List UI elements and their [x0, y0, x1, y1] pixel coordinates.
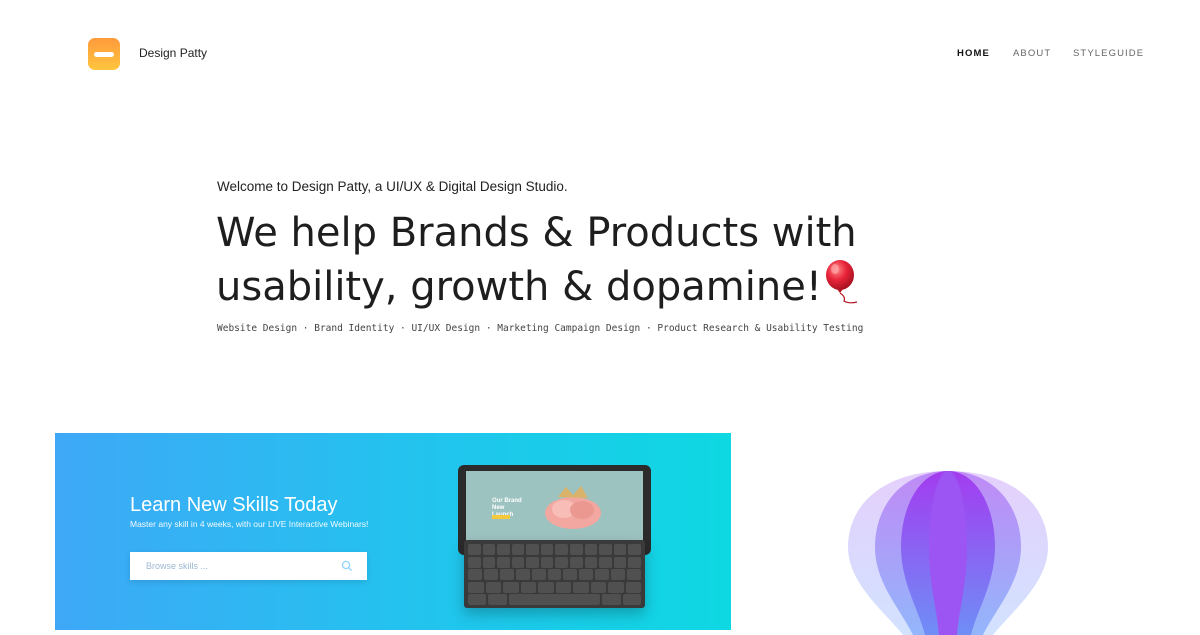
logo[interactable]	[88, 38, 120, 70]
headline-line-2: usability, growth & dopamine!	[216, 264, 822, 310]
keyboard	[464, 540, 645, 608]
tablet-screen-button	[492, 515, 510, 519]
hot-air-balloon-icon	[848, 471, 1048, 635]
balloon-icon	[825, 260, 858, 304]
banner-subtitle: Master any skill in 4 weeks, with our LI…	[130, 519, 369, 529]
nav-about[interactable]: ABOUT	[1013, 48, 1051, 59]
services-list: Website Design · Brand Identity · UI/UX …	[217, 323, 864, 334]
logo-mark	[94, 52, 114, 57]
search-icon[interactable]	[341, 560, 353, 572]
nav-styleguide[interactable]: STYLEGUIDE	[1073, 48, 1144, 59]
tablet-screen: Our Brand New Launch	[466, 471, 643, 549]
brand-name[interactable]: Design Patty	[139, 46, 207, 60]
skill-search[interactable]	[130, 552, 367, 580]
welcome-text: Welcome to Design Patty, a UI/UX & Digit…	[217, 179, 568, 194]
headline-line-1: We help Brands & Products with	[216, 210, 857, 256]
search-input[interactable]	[144, 560, 328, 572]
brain-illustration-icon	[545, 486, 601, 529]
hero-headline: We help Brands & Products with usability…	[216, 206, 976, 314]
banner-title: Learn New Skills Today	[130, 494, 338, 516]
nav-home[interactable]: HOME	[957, 48, 990, 59]
webinar-banner[interactable]: Learn New Skills Today Master any skill …	[55, 433, 731, 630]
